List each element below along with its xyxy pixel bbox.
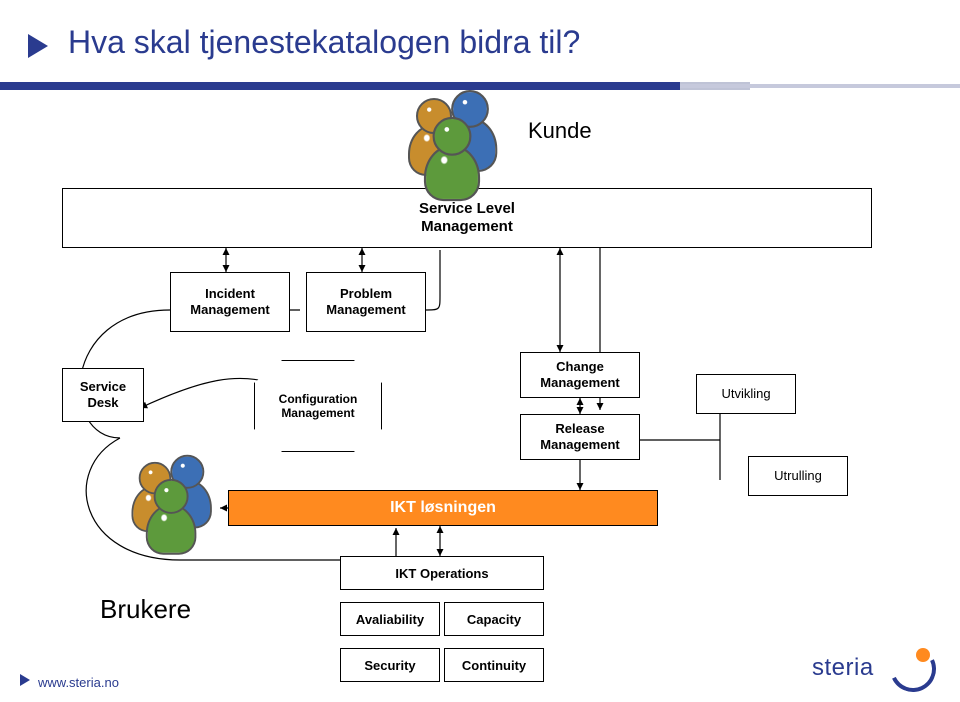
cfg-l1: Configuration [279,392,358,406]
chg-l2: Management [540,375,619,391]
problem-l2: Management [326,302,405,318]
box-incident-management: Incident Management [170,272,290,332]
cfg-l2: Management [281,406,354,420]
box-release-management: Release Management [520,414,640,460]
separator-bar-light [680,84,960,88]
box-ikt-losningen: IKT løsningen [228,490,658,526]
rel-l2: Management [540,437,619,453]
slm-line2: Management [421,218,513,236]
steria-logo: steria [812,638,932,688]
box-security: Security [340,648,440,682]
footer-bullet-icon [20,674,30,686]
label-kunde: Kunde [528,118,592,144]
box-ikt-operations: IKT Operations [340,556,544,590]
incident-l1: Incident [205,286,255,302]
logo-text: steria [812,654,874,682]
sd-l1: Service [80,379,126,395]
box-utrulling: Utrulling [748,456,848,496]
box-configuration-management: Configuration Management [254,360,382,452]
slm-line1: Service Level [419,200,515,218]
label-brukere: Brukere [100,594,191,625]
chg-l1: Change [556,359,604,375]
box-problem-management: Problem Management [306,272,426,332]
box-continuity: Continuity [444,648,544,682]
box-avaliability: Avaliability [340,602,440,636]
users-people-icon [132,457,231,538]
box-change-management: Change Management [520,352,640,398]
footer-url: www.steria.no [38,675,119,690]
problem-l1: Problem [340,286,392,302]
sd-l2: Desk [87,395,118,411]
slide: Hva skal tjenestekatalogen bidra til? [0,0,960,702]
page-title: Hva skal tjenestekatalogen bidra til? [68,24,580,61]
title-bullet-icon [28,34,48,58]
logo-swirl-icon [886,642,932,688]
box-capacity: Capacity [444,602,544,636]
incident-l2: Management [190,302,269,318]
box-service-desk: Service Desk [62,368,144,422]
rel-l1: Release [555,421,604,437]
customer-people-icon [408,92,518,182]
box-utvikling: Utvikling [696,374,796,414]
